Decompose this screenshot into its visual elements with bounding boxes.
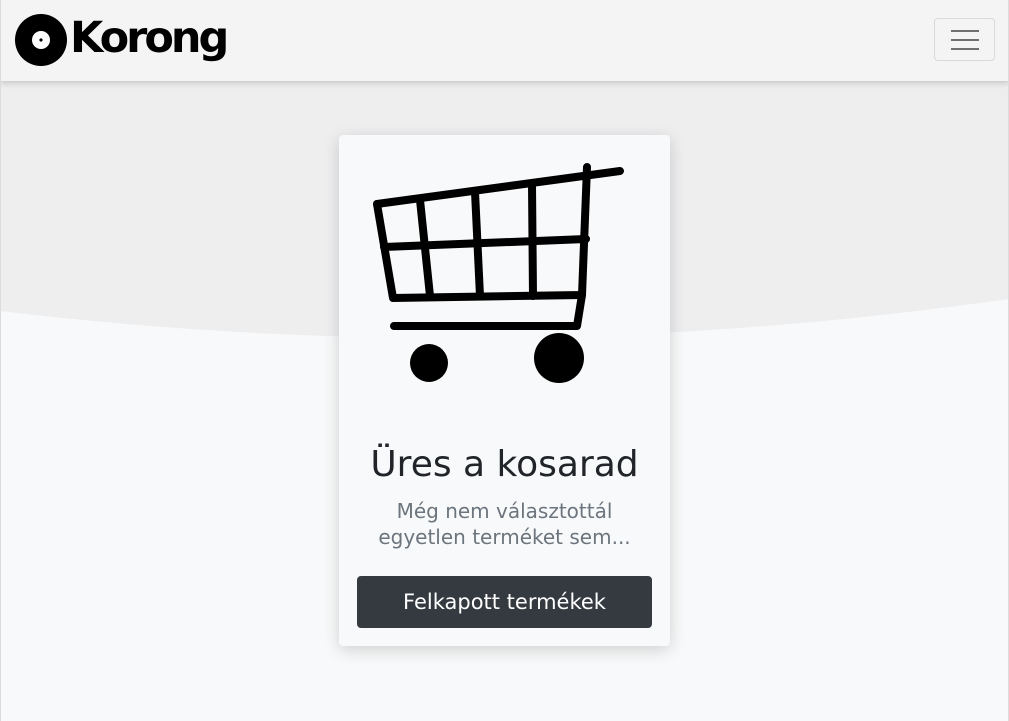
trending-products-button[interactable]: Felkapott termékek xyxy=(357,576,652,628)
navbar: Korong xyxy=(0,0,1009,81)
hamburger-menu-icon xyxy=(950,29,979,50)
window-edge-left xyxy=(0,0,1,721)
brand-link[interactable]: Korong xyxy=(14,12,229,68)
navbar-toggler-button[interactable] xyxy=(934,18,995,61)
shopping-cart-icon xyxy=(373,163,624,383)
empty-cart-title: Üres a kosarad xyxy=(370,444,639,485)
empty-cart-message: Még nem választottál egyetlen terméket s… xyxy=(378,499,631,549)
vinyl-disc-icon xyxy=(15,14,67,66)
empty-cart-card: Üres a kosarad Még nem választottál egye… xyxy=(339,135,670,646)
brand-name: Korong xyxy=(70,12,229,63)
